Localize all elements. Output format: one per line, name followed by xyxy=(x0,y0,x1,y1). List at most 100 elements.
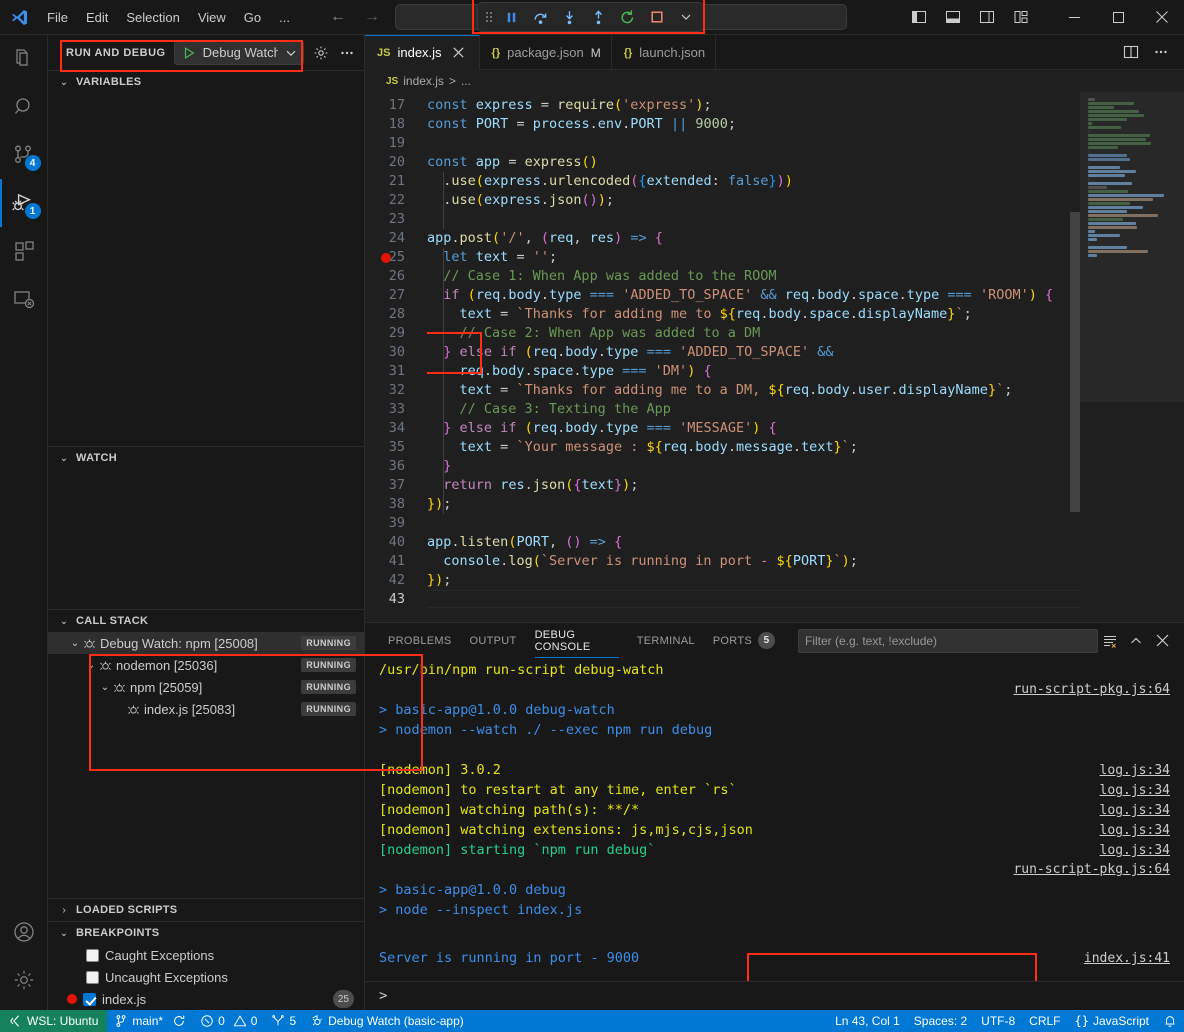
toggle-primary-sidebar-icon[interactable] xyxy=(904,4,934,30)
watch-section-header[interactable]: ⌄ WATCH xyxy=(48,447,364,469)
tab-terminal[interactable]: TERMINAL xyxy=(628,623,704,658)
console-source-link[interactable]: index.js:41 xyxy=(1084,949,1170,969)
breadcrumb-file[interactable]: index.js xyxy=(403,74,444,88)
pause-button[interactable] xyxy=(498,5,525,30)
tab-package-json[interactable]: {} package.json M xyxy=(480,35,612,70)
go-back-icon[interactable]: ← xyxy=(329,8,347,26)
call-stack-row[interactable]: ⌄ npm [25059] RUNNING xyxy=(48,676,364,698)
console-source-link[interactable]: run-script-pkg.js:64 xyxy=(1013,860,1170,880)
call-stack-row[interactable]: index.js [25083] RUNNING xyxy=(48,698,364,720)
breakpoint-checkbox[interactable] xyxy=(86,949,99,962)
tab-index-js[interactable]: JS index.js xyxy=(365,35,480,70)
toggle-panel-icon[interactable] xyxy=(938,4,968,30)
call-stack-section-header[interactable]: ⌄ CALL STACK xyxy=(48,610,364,632)
chevron-down-icon[interactable]: ⌄ xyxy=(97,682,113,693)
menu-file[interactable]: File xyxy=(38,6,77,29)
debug-more-dropdown[interactable] xyxy=(672,5,699,30)
tab-debug-console[interactable]: DEBUG CONSOLE xyxy=(526,623,628,658)
go-forward-icon[interactable]: → xyxy=(363,8,381,26)
console-source-link[interactable]: log.js:34 xyxy=(1100,781,1170,801)
sync-icon[interactable] xyxy=(172,1014,186,1028)
breakpoint-dot-icon[interactable] xyxy=(381,253,391,263)
close-panel-icon[interactable] xyxy=(1150,629,1174,653)
step-over-button[interactable] xyxy=(527,5,554,30)
menu-more[interactable]: ... xyxy=(270,6,299,29)
close-icon[interactable] xyxy=(449,43,469,63)
status-indentation[interactable]: Spaces: 2 xyxy=(907,1010,974,1032)
gear-icon[interactable] xyxy=(312,42,330,64)
step-into-button[interactable] xyxy=(556,5,583,30)
sidebar-item-search[interactable] xyxy=(0,83,48,131)
status-language-mode[interactable]: {} JavaScript xyxy=(1068,1010,1156,1032)
clear-console-icon[interactable] xyxy=(1098,629,1122,653)
loaded-scripts-section-header[interactable]: › LOADED SCRIPTS xyxy=(48,899,364,921)
sidebar-item-explorer[interactable] xyxy=(0,35,48,83)
status-problems[interactable]: 0 0 xyxy=(193,1010,264,1032)
tab-output[interactable]: OUTPUT xyxy=(461,623,526,658)
breakpoint-row-uncaught-exceptions[interactable]: Uncaught Exceptions xyxy=(48,966,364,988)
tab-launch-json[interactable]: {} launch.json xyxy=(612,35,716,70)
line-number-with-breakpoint[interactable]: 25 xyxy=(365,248,427,267)
console-source-link[interactable]: log.js:34 xyxy=(1100,821,1170,841)
debug-console-output[interactable]: /usr/bin/npm run-script debug-watch run-… xyxy=(365,658,1184,981)
tab-problems[interactable]: PROBLEMS xyxy=(379,623,461,658)
console-source-link[interactable]: log.js:34 xyxy=(1100,761,1170,781)
sidebar-more-icon[interactable] xyxy=(338,42,356,64)
status-eol[interactable]: CRLF xyxy=(1022,1010,1067,1032)
console-source-link[interactable]: log.js:34 xyxy=(1100,841,1170,861)
sidebar-item-remote-explorer[interactable] xyxy=(0,275,48,323)
menu-edit[interactable]: Edit xyxy=(77,6,117,29)
status-remote-host[interactable]: WSL: Ubuntu xyxy=(0,1010,107,1032)
minimap-slider[interactable] xyxy=(1080,92,1184,402)
stop-button[interactable] xyxy=(643,5,670,30)
menu-view[interactable]: View xyxy=(189,6,235,29)
maximize-button[interactable] xyxy=(1096,0,1140,35)
restart-button[interactable] xyxy=(614,5,641,30)
toggle-secondary-sidebar-icon[interactable] xyxy=(972,4,1002,30)
chevron-down-icon[interactable] xyxy=(285,47,297,59)
step-out-button[interactable] xyxy=(585,5,612,30)
breakpoints-section-header[interactable]: ⌄ BREAKPOINTS xyxy=(48,922,364,944)
status-debug-session[interactable]: Debug Watch (basic-app) xyxy=(303,1010,471,1032)
editor-more-icon[interactable] xyxy=(1148,39,1174,65)
minimize-button[interactable] xyxy=(1052,0,1096,35)
debug-console-repl-input[interactable]: > xyxy=(365,981,1184,1010)
drag-handle-icon[interactable] xyxy=(482,10,496,24)
code-content[interactable]: const express = require('express'); cons… xyxy=(427,92,1080,622)
console-source-link[interactable]: run-script-pkg.js:64 xyxy=(1013,680,1170,700)
status-encoding[interactable]: UTF-8 xyxy=(974,1010,1022,1032)
breakpoint-checkbox[interactable] xyxy=(86,971,99,984)
status-cursor-position[interactable]: Ln 43, Col 1 xyxy=(828,1010,907,1032)
accounts-icon[interactable] xyxy=(0,908,48,956)
editor-vertical-scrollbar[interactable] xyxy=(1070,212,1080,512)
manage-settings-icon[interactable] xyxy=(0,956,48,1004)
tab-ports[interactable]: PORTS 5 xyxy=(704,623,784,658)
editor-gutter[interactable]: 17 18 19 20 21 22 23 24 25 26 27 xyxy=(365,92,427,622)
console-source-link[interactable]: log.js:34 xyxy=(1100,801,1170,821)
collapse-panel-icon[interactable] xyxy=(1124,629,1148,653)
chevron-down-icon[interactable]: ⌄ xyxy=(83,660,99,671)
sidebar-item-extensions[interactable] xyxy=(0,227,48,275)
variables-section-header[interactable]: ⌄ VARIABLES xyxy=(48,71,364,93)
customize-layout-icon[interactable] xyxy=(1006,4,1036,30)
console-filter-input[interactable]: Filter (e.g. text, !exclude) xyxy=(798,629,1098,653)
breakpoint-checkbox[interactable] xyxy=(83,993,96,1006)
menu-go[interactable]: Go xyxy=(235,6,270,29)
breakpoint-row-caught-exceptions[interactable]: Caught Exceptions xyxy=(48,944,364,966)
split-editor-icon[interactable] xyxy=(1118,39,1144,65)
call-stack-row[interactable]: ⌄ nodemon [25036] RUNNING xyxy=(48,654,364,676)
close-button[interactable] xyxy=(1140,0,1184,35)
chevron-down-icon[interactable]: ⌄ xyxy=(67,638,83,649)
minimap[interactable] xyxy=(1080,92,1184,622)
status-git-branch[interactable]: main* xyxy=(107,1010,193,1032)
launch-configuration-select[interactable]: Debug Watch xyxy=(174,41,304,65)
status-notifications[interactable] xyxy=(1156,1010,1184,1032)
sidebar-item-run-and-debug[interactable]: 1 xyxy=(0,179,48,227)
sidebar-item-source-control[interactable]: 4 xyxy=(0,131,48,179)
breakpoint-row-indexjs[interactable]: index.js 25 xyxy=(48,988,364,1010)
menu-selection[interactable]: Selection xyxy=(117,6,188,29)
breadcrumb-symbol[interactable]: ... xyxy=(461,74,471,88)
status-ports[interactable]: 5 xyxy=(264,1010,303,1032)
call-stack-row[interactable]: ⌄ Debug Watch: npm [25008] RUNNING xyxy=(48,632,364,654)
start-debugging-play-icon[interactable] xyxy=(182,46,196,60)
